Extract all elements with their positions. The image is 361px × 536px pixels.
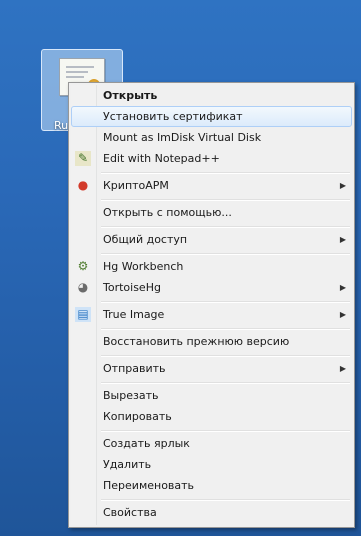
menu-item-9[interactable]: Общий доступ ▶ bbox=[71, 229, 352, 250]
menu-item-label: Восстановить прежнюю версию bbox=[103, 335, 290, 348]
context-menu: Открыть Установить сертификат Mount as ImD… bbox=[68, 82, 355, 528]
menu-item-14[interactable]: ▤ True Image ▶ bbox=[71, 304, 352, 325]
submenu-arrow-icon: ▶ bbox=[339, 181, 346, 190]
menu-item-label: Вырезать bbox=[103, 389, 159, 402]
menu-item-16[interactable]: Восстановить прежнюю версию bbox=[71, 331, 352, 352]
menu-item-27[interactable]: Свойства bbox=[71, 502, 352, 523]
menu-item-label: КриптоАРМ bbox=[103, 179, 169, 192]
cryptoarm-icon: ● bbox=[77, 178, 89, 192]
file-label: Ru bbox=[54, 119, 69, 132]
menu-item-11[interactable]: ⚙ Hg Workbench bbox=[71, 256, 352, 277]
menu-item-0[interactable]: Открыть bbox=[71, 85, 352, 106]
menu-item-2[interactable]: Mount as ImDisk Virtual Disk bbox=[71, 127, 352, 148]
menu-item-label: TortoiseHg bbox=[103, 281, 161, 294]
hg-workbench-icon: ⚙ bbox=[77, 259, 89, 273]
menu-item-24[interactable]: Удалить bbox=[71, 454, 352, 475]
menu-item-20[interactable]: Вырезать bbox=[71, 385, 352, 406]
menu-item-label: Открыть с помощью... bbox=[103, 206, 232, 219]
menu-item-21[interactable]: Копировать bbox=[71, 406, 352, 427]
menu-item-23[interactable]: Создать ярлык bbox=[71, 433, 352, 454]
menu-item-label: True Image bbox=[103, 308, 165, 321]
menu-item-label: Свойства bbox=[103, 506, 157, 519]
menu-item-label: Отправить bbox=[103, 362, 166, 375]
menu-item-label: Общий доступ bbox=[103, 233, 188, 246]
menu-item-3[interactable]: ✎ Edit with Notepad++ bbox=[71, 148, 352, 169]
submenu-arrow-icon: ▶ bbox=[339, 235, 346, 244]
menu-item-label: Установить сертификат bbox=[103, 110, 243, 123]
tortoisehg-icon: ◕ bbox=[77, 280, 89, 294]
menu-item-label: Edit with Notepad++ bbox=[103, 152, 220, 165]
true-image-icon: ▤ bbox=[75, 307, 91, 322]
menu-item-25[interactable]: Переименовать bbox=[71, 475, 352, 496]
submenu-arrow-icon: ▶ bbox=[339, 310, 346, 319]
submenu-arrow-icon: ▶ bbox=[339, 283, 346, 292]
menu-item-7[interactable]: Открыть с помощью... bbox=[71, 202, 352, 223]
submenu-arrow-icon: ▶ bbox=[339, 364, 346, 373]
menu-item-label: Удалить bbox=[103, 458, 152, 471]
menu-item-18[interactable]: Отправить ▶ bbox=[71, 358, 352, 379]
menu-item-1[interactable]: Установить сертификат bbox=[71, 106, 352, 127]
menu-item-label: Переименовать bbox=[103, 479, 195, 492]
menu-item-5[interactable]: ● КриптоАРМ ▶ bbox=[71, 175, 352, 196]
menu-item-label: Создать ярлык bbox=[103, 437, 190, 450]
menu-item-label: Mount as ImDisk Virtual Disk bbox=[103, 131, 262, 144]
notepad-icon: ✎ bbox=[75, 151, 91, 166]
menu-item-label: Открыть bbox=[103, 89, 158, 102]
menu-item-label: Hg Workbench bbox=[103, 260, 184, 273]
menu-item-label: Копировать bbox=[103, 410, 172, 423]
menu-item-12[interactable]: ◕ TortoiseHg ▶ bbox=[71, 277, 352, 298]
